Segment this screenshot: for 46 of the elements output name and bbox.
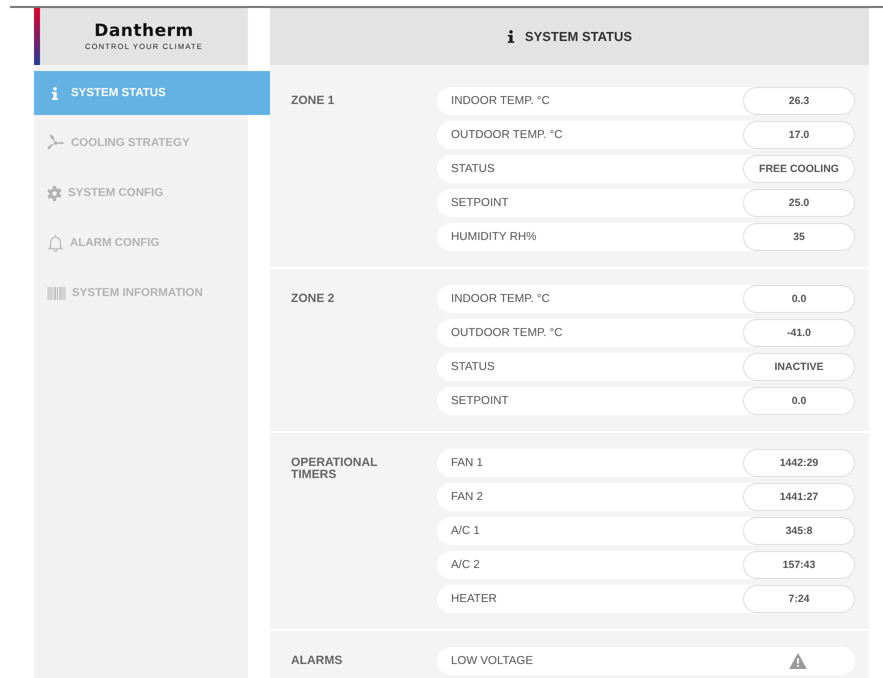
value-field: 157:43 bbox=[743, 551, 855, 579]
section-title: ZONE 1 bbox=[291, 92, 336, 109]
value-field: 0.0 bbox=[743, 285, 855, 313]
value-field: 0.0 bbox=[743, 387, 855, 415]
row-label: STATUS bbox=[451, 163, 495, 175]
row-label: INDOOR TEMP. °C bbox=[451, 293, 550, 305]
row-label: LOW VOLTAGE bbox=[451, 655, 534, 667]
row-label: OUTDOOR TEMP. °C bbox=[451, 129, 563, 141]
sidebar-item[interactable]: SYSTEM INFORMATION bbox=[34, 271, 248, 315]
row-label: SETPOINT bbox=[451, 395, 509, 407]
row-label: HEATER bbox=[451, 593, 497, 605]
value-field: -41.0 bbox=[743, 319, 855, 347]
sidebar-item[interactable]: ALARM CONFIG bbox=[34, 221, 248, 265]
sidebar-item[interactable]: SYSTEM CONFIG bbox=[34, 171, 248, 215]
row-label: STATUS bbox=[451, 361, 495, 373]
row-label: FAN 1 bbox=[451, 457, 483, 469]
row-label: A/C 2 bbox=[451, 559, 480, 571]
barcode-icon bbox=[47, 286, 66, 300]
value-field: 25.0 bbox=[743, 189, 855, 217]
sidebar-item[interactable]: SYSTEM STATUS bbox=[34, 71, 270, 115]
info-icon bbox=[506, 29, 515, 44]
gear-icon bbox=[47, 186, 62, 200]
value-field: FREE COOLING bbox=[743, 155, 855, 183]
value-field: INACTIVE bbox=[743, 353, 855, 381]
page-title: SYSTEM STATUS bbox=[524, 29, 632, 44]
row-label: SETPOINT bbox=[451, 197, 509, 209]
value-field: 35 bbox=[743, 223, 855, 251]
value-field: 7:24 bbox=[743, 585, 855, 613]
value-field: 1442:29 bbox=[743, 449, 855, 477]
row-label: A/C 1 bbox=[451, 525, 480, 537]
fan-icon bbox=[47, 134, 65, 152]
section-title: ALARMS bbox=[291, 652, 344, 669]
value-field: 1441:27 bbox=[743, 483, 855, 511]
warning-icon bbox=[789, 653, 807, 669]
info-icon bbox=[51, 86, 59, 100]
row-label: OUTDOOR TEMP. °C bbox=[451, 327, 563, 339]
row-label: INDOOR TEMP. °C bbox=[451, 95, 550, 107]
section-title: ZONE 2 bbox=[291, 290, 336, 307]
sidebar-item[interactable]: COOLING STRATEGY bbox=[34, 121, 248, 165]
section-title: OPERATIONAL TIMERS bbox=[291, 454, 378, 483]
row-label: FAN 2 bbox=[451, 491, 483, 503]
bell-icon bbox=[47, 234, 64, 252]
row-label: HUMIDITY RH% bbox=[451, 231, 536, 243]
value-field: 345:8 bbox=[743, 517, 855, 545]
value-field: 17.0 bbox=[743, 121, 855, 149]
value-field: 26.3 bbox=[743, 87, 855, 115]
